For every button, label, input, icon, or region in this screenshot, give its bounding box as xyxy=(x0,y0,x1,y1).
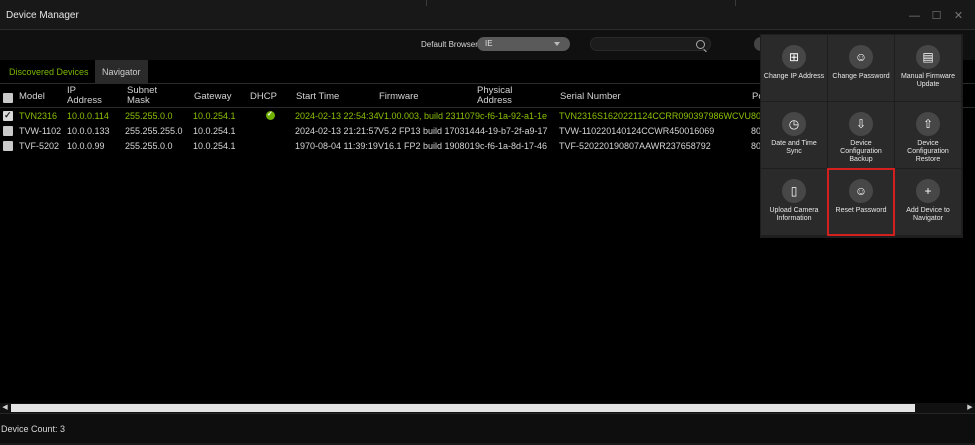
tab-discovered-devices[interactable]: Discovered Devices xyxy=(2,60,96,84)
add-device-to-navigator-button[interactable]: + Add Device to Navigator xyxy=(895,169,961,235)
row-checkbox[interactable] xyxy=(3,141,13,151)
scroll-right-icon[interactable]: ▶ xyxy=(965,403,975,413)
config-backup-button[interactable]: ⇩ Device Configuration Backup xyxy=(828,102,894,168)
row-checkbox[interactable] xyxy=(3,110,13,121)
cell-start-time: 1970-08-04 11:39:19 xyxy=(295,141,378,151)
column-header-subnet[interactable]: Subnet Mask xyxy=(127,86,172,106)
cell-physical-address: 44-19-b7-2f-a9-17 xyxy=(475,126,548,136)
column-header-ip[interactable]: IP Address xyxy=(67,86,112,106)
tile-label: Device Configuration Backup xyxy=(840,140,882,163)
tile-label: Reset Password xyxy=(835,207,887,214)
close-icon[interactable]: ✕ xyxy=(952,10,965,22)
cell-model: TVF-5202 xyxy=(19,141,60,151)
row-checkbox[interactable] xyxy=(3,126,13,136)
minimize-icon[interactable]: — xyxy=(908,10,921,22)
default-browser-value: IE xyxy=(485,39,493,48)
tile-label: Change Password xyxy=(832,73,890,80)
column-header-model[interactable]: Model xyxy=(19,92,45,102)
cell-ip: 10.0.0.114 xyxy=(67,111,109,121)
cell-serial: TVN2316S1620221124CCRR090397986WCVU xyxy=(559,111,751,121)
user-key-icon: ☺ xyxy=(849,45,873,69)
config-restore-button[interactable]: ⇧ Device Configuration Restore xyxy=(895,102,961,168)
manual-firmware-update-button[interactable]: ▤ Manual Firmware Update xyxy=(895,35,961,101)
firmware-update-icon: ▤ xyxy=(916,45,940,69)
column-header-gateway[interactable]: Gateway xyxy=(194,92,232,102)
cell-gateway: 10.0.254.1 xyxy=(193,111,236,121)
title-bar: Device Manager — ☐ ✕ xyxy=(0,0,975,30)
tab-navigator[interactable]: Navigator xyxy=(95,60,148,84)
calendar-clock-icon: ◷ xyxy=(782,112,806,136)
cell-serial: TVF-520220190807AAWR237658792 xyxy=(559,141,711,151)
cell-gateway: 10.0.254.1 xyxy=(193,141,236,151)
tile-label: Manual Firmware Update xyxy=(900,73,956,88)
window-title: Device Manager xyxy=(6,10,79,21)
cell-mask: 255.255.0.0 xyxy=(125,141,173,151)
cell-start-time: 2024-02-13 22:54:34 xyxy=(295,111,379,121)
cell-mask: 255.255.0.0 xyxy=(125,111,173,121)
scroll-left-icon[interactable]: ◀ xyxy=(0,403,10,413)
cell-firmware: V5.2 FP13 build 170314 xyxy=(378,126,475,136)
upload-camera-info-button[interactable]: ▯ Upload Camera Information xyxy=(761,169,827,235)
cell-ip: 10.0.0.133 xyxy=(67,126,110,136)
status-bar: Device Count: 3 xyxy=(0,413,975,445)
chevron-down-icon xyxy=(554,42,560,46)
cell-firmware: V1.00.003, build 231107 xyxy=(378,111,475,121)
tile-label: Upload Camera Information xyxy=(769,207,819,222)
device-actions-panel: ⊞ Change IP Address ☺ Change Password ▤ … xyxy=(760,34,963,238)
upload-config-icon: ⇧ xyxy=(916,112,940,136)
default-browser-label: Default Browser xyxy=(421,40,478,49)
cell-ip: 10.0.0.99 xyxy=(67,141,105,151)
window-controls: — ☐ ✕ xyxy=(908,10,965,22)
column-header-firmware[interactable]: Firmware xyxy=(379,92,419,102)
column-header-start-time[interactable]: Start Time xyxy=(296,92,339,102)
dhcp-check-icon xyxy=(266,110,275,120)
add-device-icon: + xyxy=(916,179,940,203)
scrollbar-thumb[interactable] xyxy=(11,404,915,412)
tile-label: Add Device to Navigator xyxy=(906,207,950,222)
change-password-button[interactable]: ☺ Change Password xyxy=(828,35,894,101)
search-icon[interactable] xyxy=(696,40,705,49)
change-ip-address-button[interactable]: ⊞ Change IP Address xyxy=(761,35,827,101)
cell-model: TVN2316 xyxy=(19,111,58,121)
cell-physical-address: 9c-f6-1a-8d-17-46 xyxy=(475,141,548,151)
select-all-checkbox[interactable] xyxy=(3,93,13,103)
tile-label: Date and Time Sync xyxy=(771,140,817,155)
horizontal-scrollbar[interactable]: ◀ ▶ xyxy=(0,403,975,413)
download-config-icon: ⇩ xyxy=(849,112,873,136)
cell-start-time: 2024-02-13 21:21:57 xyxy=(295,126,379,136)
cell-gateway: 10.0.254.1 xyxy=(193,126,236,136)
maximize-icon[interactable]: ☐ xyxy=(930,10,943,22)
column-header-dhcp[interactable]: DHCP xyxy=(250,92,277,102)
reset-password-button[interactable]: ☺ Reset Password xyxy=(827,168,895,236)
cell-physical-address: 9c-f6-1a-92-a1-1e xyxy=(475,111,548,121)
cell-firmware: V16.1 FP2 build 190801 xyxy=(378,141,475,151)
cell-mask: 255.255.255.0 xyxy=(125,126,183,136)
column-header-physical-address[interactable]: Physical Address xyxy=(477,86,532,106)
title-seam xyxy=(426,0,427,6)
user-reset-icon: ☺ xyxy=(849,179,873,203)
network-icon: ⊞ xyxy=(782,45,806,69)
title-seam xyxy=(735,0,736,6)
search-input[interactable] xyxy=(590,37,711,51)
cell-model: TVW-1102 xyxy=(19,126,62,136)
default-browser-select[interactable]: IE xyxy=(477,37,570,51)
column-header-serial[interactable]: Serial Number xyxy=(560,92,621,102)
tile-label: Device Configuration Restore xyxy=(907,140,949,163)
date-time-sync-button[interactable]: ◷ Date and Time Sync xyxy=(761,102,827,168)
cell-serial: TVW-110220140124CCWR450016069 xyxy=(559,126,715,136)
document-icon: ▯ xyxy=(782,179,806,203)
tile-label: Change IP Address xyxy=(763,73,825,80)
device-count: Device Count: 3 xyxy=(1,424,66,434)
